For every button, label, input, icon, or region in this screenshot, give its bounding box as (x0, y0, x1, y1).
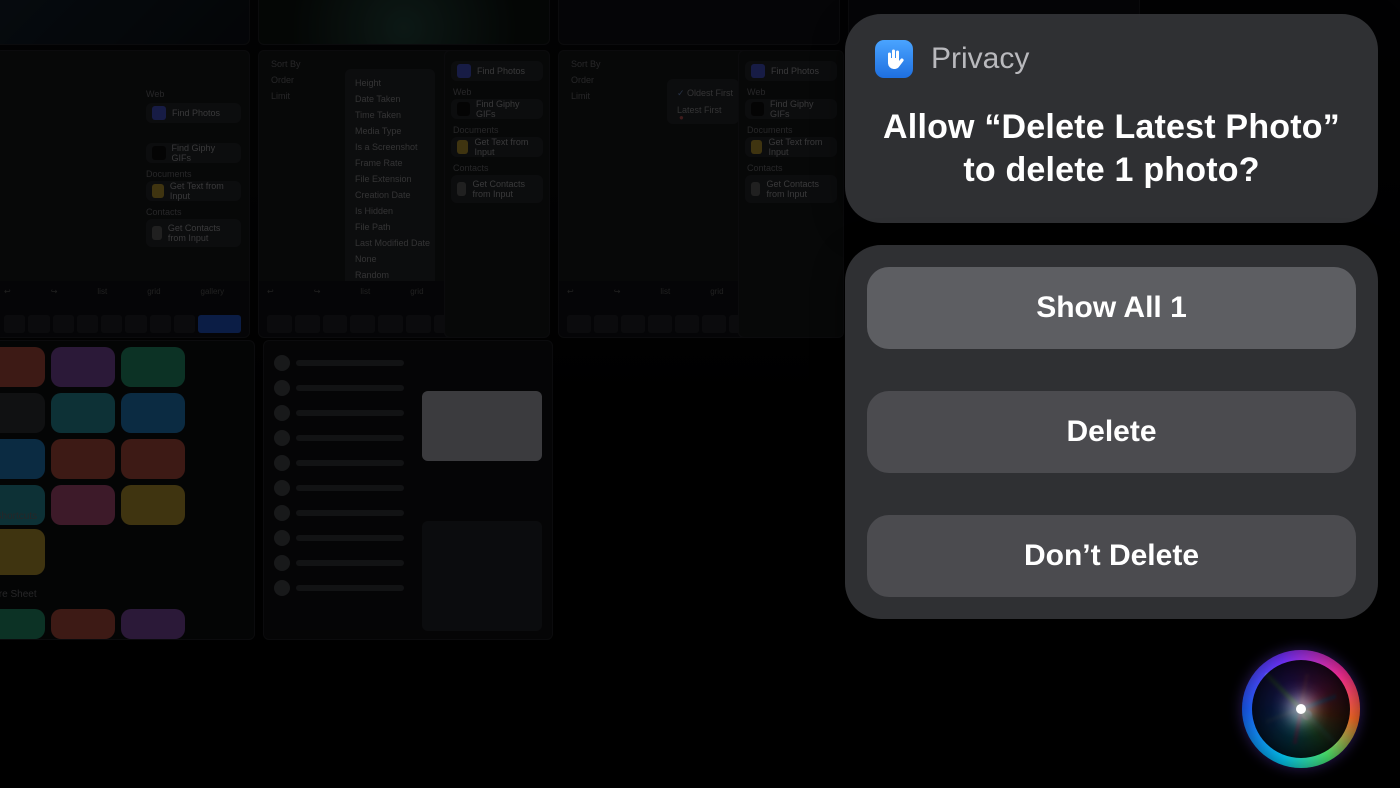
order-label: Order (271, 75, 294, 85)
privacy-title: Privacy (931, 42, 1029, 76)
bg-messages-window (263, 340, 553, 640)
bg-window (258, 0, 550, 45)
bg-window (0, 0, 250, 45)
action-get-text: Get Text from Input (146, 181, 241, 201)
privacy-hand-icon (875, 40, 913, 78)
privacy-card: Privacy Allow “Delete Latest Photo” to d… (845, 14, 1378, 223)
text-icon (751, 140, 762, 154)
photos-icon (751, 64, 765, 78)
contacts-icon (457, 182, 466, 196)
text-icon (457, 140, 468, 154)
giphy-icon (751, 102, 764, 116)
privacy-buttons-card: Show All 1 Delete Don’t Delete (845, 245, 1378, 619)
text-icon (152, 184, 164, 198)
privacy-header: Privacy (875, 40, 1348, 78)
show-all-button[interactable]: Show All 1 (867, 267, 1356, 349)
dont-delete-button[interactable]: Don’t Delete (867, 515, 1356, 597)
bg-shortcut-editor-side: Find Photos Web Find Giphy GIFs Document… (444, 50, 550, 338)
photos-icon (152, 106, 166, 120)
bg-shortcut-editor: Sort By Order Limit Oldest First Latest … (558, 50, 840, 338)
privacy-message: Allow “Delete Latest Photo” to delete 1 … (875, 106, 1348, 191)
bg-window (558, 0, 840, 45)
order-popover: Oldest First Latest First (667, 79, 739, 124)
limit-label: Limit (271, 91, 290, 101)
section-label: Contacts (146, 207, 182, 217)
keyboard-strip: ↩↪listgridgallery (0, 281, 249, 337)
action-get-giphy: Find Giphy GIFs (451, 99, 543, 119)
action-get-text: Get Text from Input (451, 137, 543, 157)
section-label: Web (146, 89, 164, 99)
keyboard-strip: ↩↪listgridgallery (259, 281, 547, 337)
contacts-icon (152, 226, 162, 240)
section-label: Documents (146, 169, 192, 179)
delete-button[interactable]: Delete (867, 391, 1356, 473)
action-get-giphy: Find Giphy GIFs (146, 143, 241, 163)
bg-shortcut-editor: Sort By Order Limit Height Date Taken Ti… (258, 50, 548, 338)
bg-shortcuts-grid: All Shortcuts Share Sheet (0, 340, 255, 640)
keyboard-strip: ↩↪listgridgallery (559, 281, 839, 337)
sort-by-label: Sort By (271, 59, 301, 69)
siri-orb[interactable] (1242, 650, 1360, 768)
giphy-icon (457, 102, 470, 116)
giphy-icon (152, 146, 166, 160)
action-get-contacts: Get Contacts from Input (146, 219, 241, 247)
bg-shortcut-editor-side: Find Photos Web Find Giphy GIFs Document… (738, 50, 844, 338)
sort-popover: Height Date Taken Time Taken Media Type … (345, 69, 435, 289)
action-find-photos: Find Photos (451, 61, 543, 81)
bg-shortcut-editor: Web Find Photos Find Giphy GIFs Document… (0, 50, 250, 338)
contacts-icon (751, 182, 760, 196)
action-find-photos: Find Photos (146, 103, 241, 123)
siri-dialog-stack: Privacy Allow “Delete Latest Photo” to d… (845, 14, 1378, 619)
action-get-contacts: Get Contacts from Input (451, 175, 543, 203)
photos-icon (457, 64, 471, 78)
